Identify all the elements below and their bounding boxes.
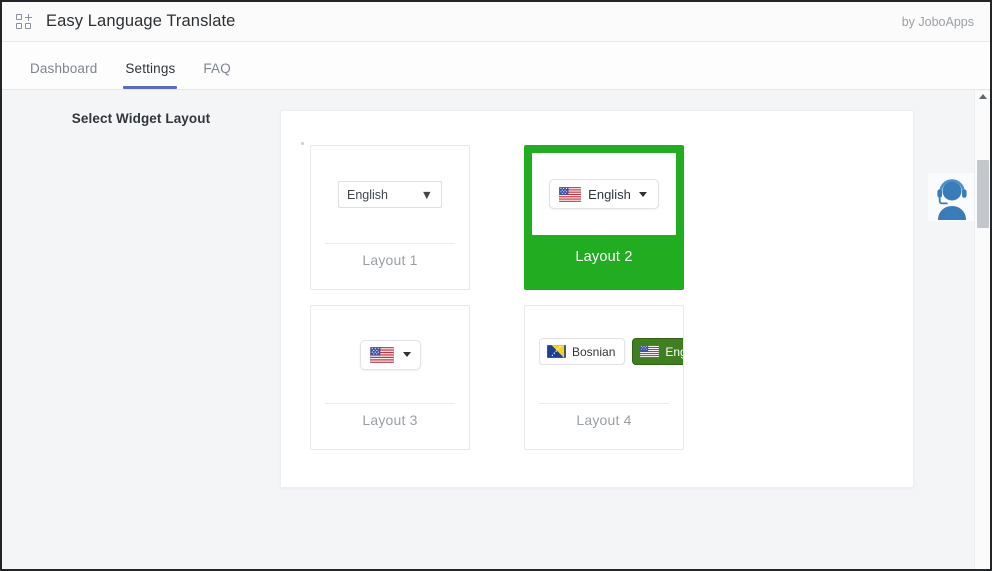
- us-flag-icon: [369, 346, 394, 363]
- language-button-row: Bosnian En: [539, 338, 683, 365]
- app-brand: Easy Language Translate: [2, 12, 235, 31]
- layout-3-caption: Layout 3: [362, 412, 418, 428]
- language-select-value: English: [347, 187, 388, 202]
- language-button-label: Bosnian: [572, 344, 616, 359]
- language-button-english[interactable]: Engl: [632, 338, 683, 365]
- divider: [325, 403, 455, 404]
- section-label-select-widget-layout: Select Widget Layout: [71, 111, 211, 126]
- content-area: Select Widget Layout English ▼ Layout 1: [2, 91, 990, 569]
- chevron-down-icon: [638, 191, 647, 197]
- scrollbar-thumb[interactable]: [977, 160, 989, 228]
- tab-bar: Dashboard Settings FAQ: [2, 42, 990, 90]
- us-flag-icon: [640, 345, 660, 358]
- widget-grid-plus-icon: [16, 13, 33, 30]
- layout-option-3[interactable]: Layout 3: [310, 305, 470, 450]
- language-select-flag-text[interactable]: English: [549, 179, 659, 209]
- tab-faq[interactable]: FAQ: [189, 61, 244, 89]
- bosnia-flag-icon: [547, 345, 566, 358]
- language-button-bosnian[interactable]: Bosnian: [539, 338, 626, 365]
- layout-4-preview: Bosnian En: [525, 306, 683, 403]
- tab-dashboard[interactable]: Dashboard: [16, 61, 111, 89]
- divider: [325, 243, 455, 244]
- layout-1-preview: English ▼: [311, 146, 469, 243]
- language-select-flag-only[interactable]: [359, 339, 421, 370]
- language-button-label: Engl: [665, 344, 683, 359]
- layout-option-4[interactable]: Bosnian En Layout 4: [524, 305, 684, 450]
- layout-4-caption: Layout 4: [576, 412, 632, 428]
- language-select-value: English: [588, 186, 631, 202]
- layout-1-caption: Layout 1: [362, 252, 418, 268]
- vertical-scrollbar[interactable]: [974, 91, 990, 569]
- scroll-up-arrow-icon[interactable]: [979, 94, 987, 99]
- chevron-down-icon: [402, 352, 411, 357]
- layout-option-2[interactable]: English Layout 2: [524, 145, 684, 290]
- divider: [539, 403, 669, 404]
- tab-settings[interactable]: Settings: [111, 61, 189, 89]
- us-flag-icon: [559, 186, 582, 202]
- app-window: Easy Language Translate by JoboApps Dash…: [0, 0, 992, 571]
- layout-chooser-panel: English ▼ Layout 1 English Layout 2 Layo…: [280, 110, 914, 488]
- layout-2-caption: Layout 2: [575, 249, 633, 265]
- chevron-down-icon: ▼: [420, 187, 433, 202]
- support-agent-headset-icon[interactable]: [928, 173, 976, 221]
- vendor-credit: by JoboApps: [901, 14, 974, 29]
- app-header: Easy Language Translate by JoboApps: [2, 2, 990, 42]
- layout-3-preview: [311, 306, 469, 403]
- page-title: Easy Language Translate: [46, 12, 236, 30]
- layout-2-preview: English: [532, 153, 676, 235]
- layout-options-grid: English ▼ Layout 1 English Layout 2 Layo…: [302, 145, 894, 465]
- language-select-plain[interactable]: English ▼: [338, 181, 442, 208]
- layout-option-1[interactable]: English ▼ Layout 1: [310, 145, 470, 290]
